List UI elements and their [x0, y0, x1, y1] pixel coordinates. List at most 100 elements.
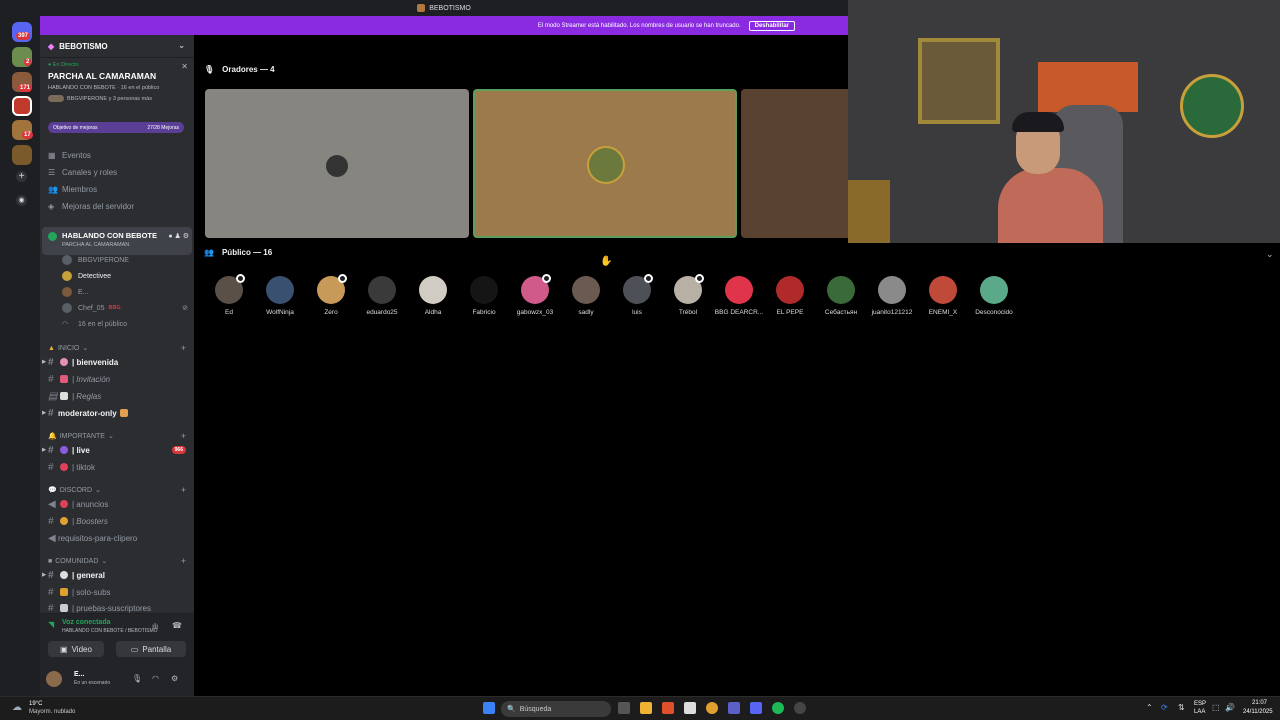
audience-member[interactable]: EL PEPE [765, 276, 815, 320]
audience-member[interactable]: eduardo25 [357, 276, 407, 320]
channel-boosters[interactable]: # | Boosters [40, 513, 194, 529]
store-icon[interactable] [684, 702, 696, 714]
channel-general[interactable]: ▶ # | general [40, 567, 194, 583]
audience-member[interactable]: Trébol [663, 274, 713, 320]
stage-channel-item[interactable]: HABLANDO CON BEBOTE PARCHA AL CAMARAMAN … [42, 227, 192, 255]
chevron-down-icon[interactable]: ⌄ [1266, 249, 1274, 260]
channel-name: | bienvenida [72, 357, 119, 367]
stage-user[interactable]: E... [62, 285, 190, 299]
close-icon[interactable]: ✕ [181, 62, 188, 71]
add-server-icon[interactable]: + [16, 171, 27, 182]
audience-member[interactable]: luis [612, 274, 662, 320]
audience-member[interactable]: Себастьян [816, 276, 866, 320]
disconnect-icon[interactable]: ☎ [172, 621, 182, 630]
menu-mejoras[interactable]: ◈ Mejoras del servidor [48, 198, 188, 214]
chevron-down-icon: ⌄ [95, 487, 101, 494]
channel-tiktok[interactable]: # | tiktok [40, 459, 194, 475]
menu-canales-roles[interactable]: ☰ Canales y roles [48, 164, 188, 180]
audience-member[interactable]: Ed [204, 274, 254, 320]
status-icon [542, 274, 551, 283]
stage-actions-icons[interactable]: ● ♟ ⚙ [168, 232, 189, 240]
server-icon-bebotismo[interactable] [12, 96, 32, 116]
category-comunidad[interactable]: ■ COMUNIDAD ⌄ + [48, 555, 188, 567]
channel-solo-subs[interactable]: # | solo-subs [40, 584, 194, 600]
sync-icon[interactable]: ⟳ [1161, 703, 1168, 712]
chevron-down-icon[interactable]: ⌄ [178, 41, 185, 50]
channel-requisitos[interactable]: ◀ requisitos-para-clipero [40, 530, 194, 546]
emoji-icon [60, 571, 68, 579]
explore-icon[interactable]: ◉ [16, 195, 27, 206]
audience-member[interactable]: juanito121212 [867, 276, 917, 320]
channel-anuncios[interactable]: ◀ | anuncios [40, 496, 194, 512]
audience-member[interactable]: Desconocido [969, 276, 1019, 320]
discord-icon[interactable] [750, 702, 762, 714]
audience-member[interactable]: ENEMI_X [918, 276, 968, 320]
hash-icon: # [48, 373, 54, 385]
menu-miembros[interactable]: 👥 Miembros [48, 181, 188, 197]
speaker-tile[interactable] [741, 89, 848, 238]
spotify-icon[interactable] [772, 702, 784, 714]
chevron-down-icon: ⌄ [101, 558, 108, 565]
headphones-icon[interactable]: ◠ [152, 674, 159, 683]
volume-icon[interactable]: 🔊 [1225, 703, 1235, 712]
microphone-icon[interactable]: 🎙 [132, 674, 142, 683]
weather-icon[interactable]: ☁ [12, 702, 22, 713]
category-importante[interactable]: 🔔 IMPORTANTE ⌄ + [48, 430, 188, 442]
avatar[interactable] [46, 671, 62, 687]
app-icon[interactable] [794, 702, 806, 714]
language-indicator[interactable]: ESP [1194, 701, 1206, 707]
status-icon [236, 274, 245, 283]
stage-user[interactable]: BBGVIPERONE [62, 253, 190, 267]
stage-listeners[interactable]: ◠ 16 en el público [62, 317, 190, 331]
menu-label: Canales y roles [62, 167, 118, 177]
audience-member[interactable]: Zero [306, 274, 356, 320]
audience-member[interactable]: sadly [561, 276, 611, 320]
usb-icon[interactable]: ⇅ [1178, 703, 1185, 712]
brave-browser-icon[interactable] [662, 702, 674, 714]
channel-moderator-only[interactable]: ▶ # moderator-only [40, 405, 194, 421]
gear-icon[interactable]: ⚙ [171, 674, 178, 683]
speaker-tile[interactable] [205, 89, 469, 238]
audience-member[interactable]: BBG DEARCR... [714, 276, 764, 320]
channel-invitacion[interactable]: # | Invitación [40, 371, 194, 387]
emoji-icon [60, 463, 68, 471]
audience-member[interactable]: WolfNinja [255, 276, 305, 320]
add-channel-icon[interactable]: + [181, 431, 186, 441]
mention-badge: 966 [171, 446, 186, 454]
clock-time[interactable]: 21:07 [1252, 700, 1267, 706]
channel-bienvenida[interactable]: ▶ # | bienvenida [40, 354, 194, 370]
task-view-icon[interactable] [618, 702, 630, 714]
stage-user[interactable]: Chef_05 BBG ⊘ [62, 301, 190, 315]
screen-share-button[interactable]: ▭ Pantalla [116, 641, 186, 657]
clock-date[interactable]: 24/11/2025 [1243, 709, 1273, 715]
network-icon[interactable]: ⬚ [1212, 703, 1220, 712]
stage-user[interactable]: Detectivee [62, 269, 190, 283]
video-button[interactable]: ▣ Video [48, 641, 104, 657]
disable-streamer-mode-button[interactable]: Deshabilitar [748, 20, 795, 31]
soundboard-icon[interactable]: ılı [152, 622, 158, 631]
file-explorer-icon[interactable] [640, 702, 652, 714]
live-stage-card[interactable]: ● En Directo PARCHA AL CAMARAMAN HABLAND… [48, 62, 190, 160]
server-header[interactable]: ◆ BEBOTISMO ⌄ [40, 35, 194, 58]
emoji-icon [60, 375, 68, 383]
add-channel-icon[interactable]: + [181, 556, 186, 566]
chrome-icon[interactable] [706, 702, 718, 714]
user-status: En un escenario [74, 680, 111, 686]
channel-live[interactable]: ▶ # | live 966 [40, 442, 194, 458]
add-channel-icon[interactable]: + [181, 485, 186, 495]
category-inicio[interactable]: ▲ INICIO ⌄ + [48, 342, 188, 354]
audience-member[interactable]: Aldha [408, 276, 458, 320]
server-icon[interactable] [12, 145, 32, 165]
audience-member[interactable]: Fabricio [459, 276, 509, 320]
taskbar-search[interactable]: 🔍 Búsqueda [501, 701, 611, 717]
menu-eventos[interactable]: ▦ Eventos [48, 147, 188, 163]
windows-start-icon[interactable] [483, 702, 495, 714]
teams-icon[interactable] [728, 702, 740, 714]
add-channel-icon[interactable]: + [181, 343, 186, 353]
audience-member[interactable]: gabowzx_03 [510, 274, 560, 320]
category-discord[interactable]: 💬 DISCORD ⌄ + [48, 484, 188, 496]
tray-chevron-icon[interactable]: ⌃ [1146, 703, 1153, 712]
speaker-tile-speaking[interactable] [473, 89, 737, 238]
channel-reglas[interactable]: ▤ | Reglas [40, 388, 194, 404]
boost-goal-bar[interactable]: Objetivo de mejoras 27/28 Mejoras [48, 122, 184, 133]
